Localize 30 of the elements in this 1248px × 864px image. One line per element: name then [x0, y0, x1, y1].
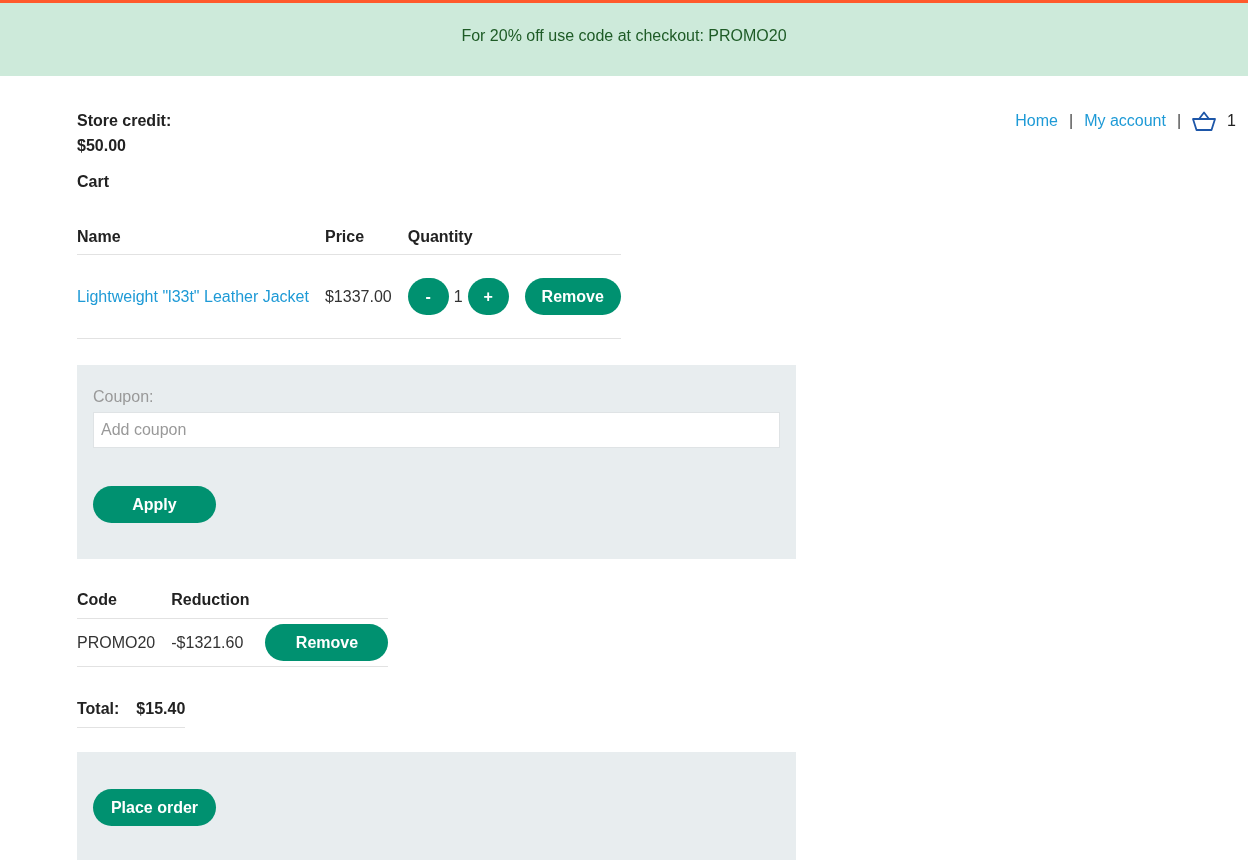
coupon-input[interactable]: Add coupon: [93, 412, 780, 448]
cart-heading: Cart: [77, 172, 110, 192]
coupon-code: PROMO20: [77, 633, 156, 651]
store-credit-value: $50.00: [77, 136, 127, 156]
product-link[interactable]: Lightweight "l33t" Leather Jacket: [77, 287, 309, 305]
nav-separator: |: [1176, 111, 1182, 131]
store-credit-label: Store credit:: [77, 111, 172, 131]
remove-coupon-button[interactable]: Remove: [265, 624, 389, 661]
coupon-label: Coupon:: [93, 387, 155, 407]
column-header: Quantity: [407, 227, 525, 255]
place-order-button[interactable]: Place order: [93, 789, 216, 826]
decrease-quantity-button[interactable]: -: [407, 278, 449, 315]
nav-link[interactable]: Home: [1015, 111, 1058, 131]
apply-button[interactable]: Apply: [93, 486, 216, 523]
promo-text: For 20% off use code at checkout: PROMO20: [461, 25, 787, 46]
reduction-amount: -$1321.60: [171, 633, 244, 651]
price-text: $1337.00: [324, 287, 392, 305]
increase-quantity-button[interactable]: +: [467, 278, 509, 315]
cart-count: 1: [1227, 111, 1236, 131]
total-value: $15.40: [136, 699, 186, 719]
nav-link[interactable]: My account: [1084, 111, 1166, 131]
remove-item-button[interactable]: Remove: [524, 278, 621, 315]
total-label: Total:: [77, 699, 120, 719]
column-header: Reduction: [171, 590, 266, 619]
nav-separator: |: [1068, 111, 1074, 131]
quantity-value: 1: [453, 286, 463, 307]
column-header: Name: [77, 227, 325, 255]
column-header: Code: [77, 590, 172, 619]
column-header: Price: [324, 227, 408, 255]
basket-icon: [1192, 111, 1217, 131]
